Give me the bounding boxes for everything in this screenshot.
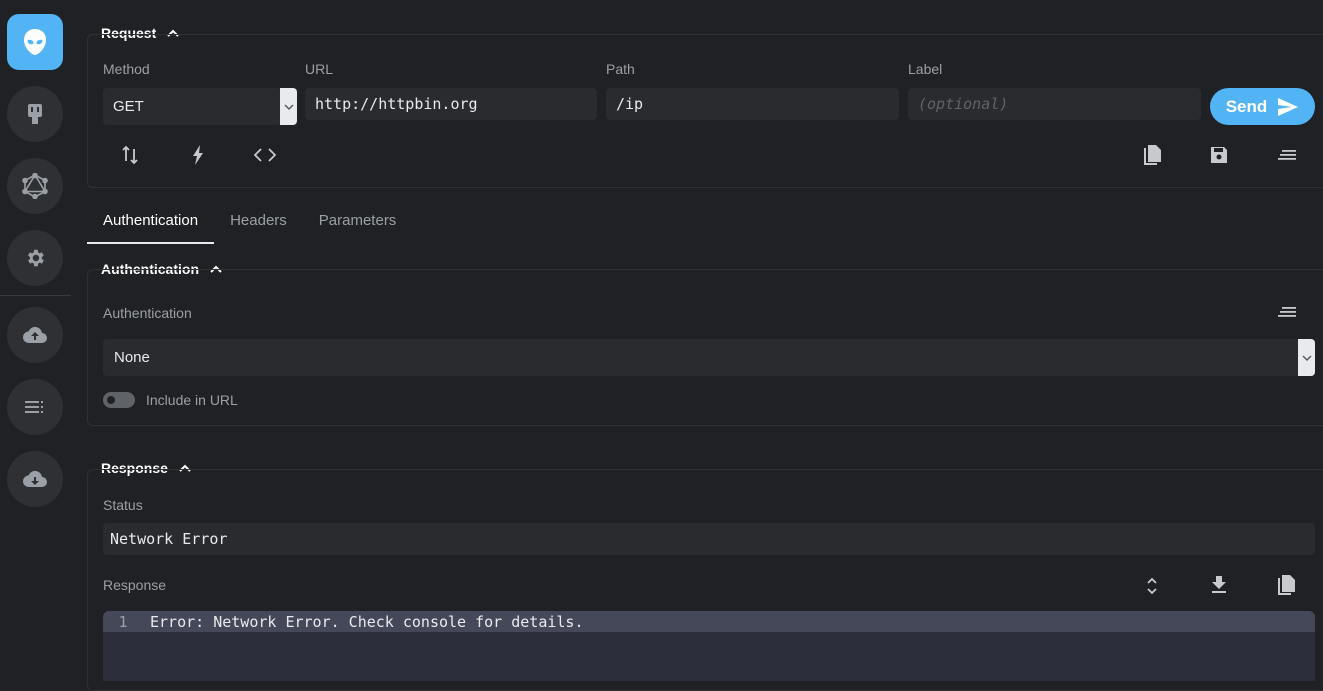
main-panel: Request Method URL Path Label GET http:/… bbox=[87, 0, 1323, 691]
status-field: Network Error bbox=[103, 523, 1315, 555]
flash-icon[interactable] bbox=[189, 144, 207, 166]
path-value: /ip bbox=[616, 95, 644, 113]
cloud-download-icon[interactable] bbox=[7, 451, 63, 507]
method-dropdown-caret[interactable] bbox=[280, 88, 297, 125]
url-value: http://httpbin.org bbox=[315, 95, 478, 113]
toggle-knob bbox=[107, 396, 115, 404]
path-label: Path bbox=[606, 61, 635, 77]
response-code-editor[interactable]: 1 Error: Network Error. Check console fo… bbox=[103, 611, 1315, 681]
response-label: Response bbox=[103, 577, 167, 593]
request-tabs: Authentication Headers Parameters bbox=[87, 200, 413, 244]
method-value: GET bbox=[113, 98, 144, 115]
label-label: Label bbox=[908, 61, 943, 77]
include-in-url-toggle[interactable] bbox=[103, 392, 135, 408]
send-icon bbox=[1278, 97, 1299, 116]
tab-authentication[interactable]: Authentication bbox=[87, 200, 215, 244]
plug-icon[interactable] bbox=[7, 86, 63, 142]
download-icon[interactable] bbox=[1209, 574, 1229, 596]
cloud-upload-icon[interactable] bbox=[7, 307, 63, 363]
url-label: URL bbox=[305, 61, 334, 77]
chevron-down-icon bbox=[284, 104, 293, 110]
sidebar bbox=[0, 0, 71, 681]
auth-select[interactable]: None bbox=[103, 339, 1299, 376]
graphql-icon[interactable] bbox=[7, 158, 63, 214]
label-input[interactable]: (optional) bbox=[908, 88, 1201, 120]
save-icon[interactable] bbox=[1209, 144, 1229, 166]
sort-icon[interactable] bbox=[1276, 302, 1298, 322]
list-icon[interactable] bbox=[7, 379, 63, 435]
expand-vertical-icon[interactable] bbox=[1143, 574, 1161, 598]
copy-icon[interactable] bbox=[1275, 573, 1297, 597]
copy-icon[interactable] bbox=[1141, 143, 1163, 167]
sidebar-divider bbox=[0, 295, 71, 296]
path-input[interactable]: /ip bbox=[606, 88, 899, 120]
code-line: 1 Error: Network Error. Check console fo… bbox=[103, 611, 1315, 632]
swap-vertical-icon[interactable] bbox=[121, 144, 139, 166]
code-icon[interactable] bbox=[253, 144, 277, 166]
method-label: Method bbox=[103, 61, 150, 77]
chevron-down-icon bbox=[1302, 355, 1311, 361]
alien-icon[interactable] bbox=[7, 14, 63, 70]
status-label: Status bbox=[103, 497, 143, 513]
send-button[interactable]: Send bbox=[1210, 88, 1315, 125]
url-input[interactable]: http://httpbin.org bbox=[305, 88, 597, 120]
status-value: Network Error bbox=[110, 530, 228, 548]
label-placeholder: (optional) bbox=[918, 95, 1009, 113]
method-select[interactable]: GET bbox=[103, 88, 281, 125]
auth-field-label: Authentication bbox=[103, 305, 192, 321]
auth-value: None bbox=[114, 349, 150, 366]
auth-dropdown-caret[interactable] bbox=[1298, 339, 1315, 376]
sort-icon[interactable] bbox=[1276, 145, 1298, 165]
include-in-url-label: Include in URL bbox=[146, 392, 238, 408]
line-number: 1 bbox=[118, 612, 128, 631]
send-label: Send bbox=[1225, 96, 1268, 116]
gear-icon[interactable] bbox=[7, 230, 63, 286]
tab-parameters[interactable]: Parameters bbox=[303, 200, 413, 242]
line-text: Error: Network Error. Check console for … bbox=[150, 612, 584, 631]
tab-headers[interactable]: Headers bbox=[214, 200, 303, 242]
